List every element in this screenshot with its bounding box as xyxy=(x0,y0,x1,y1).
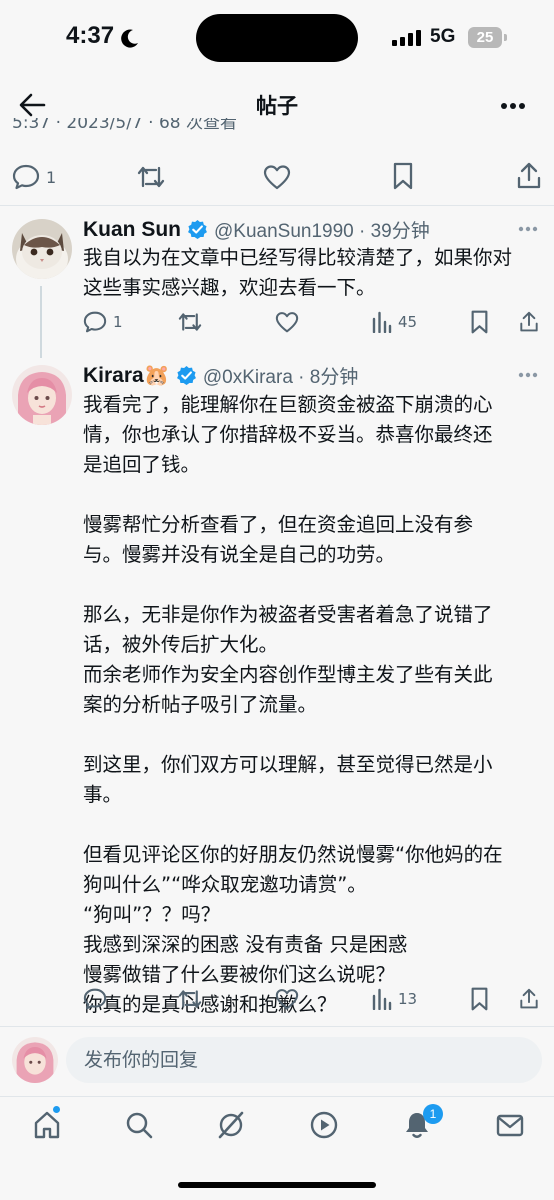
repost-icon[interactable] xyxy=(136,164,166,190)
reply2-line: 我感到深深的困惑 没有责备 只是困惑 xyxy=(83,933,408,956)
reply2-views-count: 13 xyxy=(398,990,418,1008)
reply2-user-line: Kirara🐹 @0xKirara · 8分钟 xyxy=(83,362,358,389)
share-icon[interactable] xyxy=(519,310,539,334)
moon-icon xyxy=(121,29,138,48)
reply-icon xyxy=(12,164,40,190)
reply1-reply-count: 1 xyxy=(113,313,123,331)
reply-input[interactable]: 发布你的回复 xyxy=(66,1037,542,1083)
signal-icon xyxy=(392,30,421,46)
reply2-line: 是追回了钱。 xyxy=(83,453,201,476)
thread-line xyxy=(40,286,42,358)
kirara-avatar-image xyxy=(12,365,72,425)
reply1-views-button[interactable]: 45 xyxy=(372,311,417,333)
reply2-text: 我看完了，能理解你在巨额资金被盗下崩溃的心 情，你也承认了你措辞极不妥当。恭喜你… xyxy=(83,390,543,1020)
reply2-more-icon[interactable] xyxy=(518,372,538,378)
views-chart-icon xyxy=(372,311,392,333)
home-unread-dot xyxy=(53,1106,60,1113)
reply2-line: 话，被外传后扩大化。 xyxy=(83,633,279,656)
repost-icon[interactable] xyxy=(177,988,203,1010)
reply1-views-count: 45 xyxy=(398,313,418,331)
my-avatar[interactable] xyxy=(12,1037,58,1083)
reply1-more-icon[interactable] xyxy=(518,226,538,232)
reply1-line: 这些事实感兴趣，欢迎去看一下。 xyxy=(83,276,376,299)
reply2-line: 到这里，你们双方可以理解，甚至觉得已然是小 xyxy=(83,753,493,776)
bookmark-icon[interactable] xyxy=(470,987,489,1011)
cat-avatar-image xyxy=(12,219,72,279)
more-options-icon[interactable] xyxy=(500,102,526,110)
home-icon[interactable] xyxy=(32,1110,62,1140)
reply1-text: 我自以为在文章中已经写得比较清楚了，如果你对 这些事实感兴趣，欢迎去看一下。 xyxy=(83,243,543,303)
reply1-name[interactable]: Kuan Sun xyxy=(83,218,181,242)
reply-icon xyxy=(83,311,107,333)
post-meta: 5:37 · 2023/5/7 · 68 次查看 xyxy=(12,118,312,136)
avatar-kirara[interactable] xyxy=(12,365,72,425)
reply2-views-button[interactable]: 13 xyxy=(372,988,417,1010)
my-avatar-image xyxy=(12,1037,58,1083)
reply-icon[interactable] xyxy=(83,988,107,1010)
battery-tip xyxy=(504,34,507,41)
like-icon[interactable] xyxy=(275,311,299,333)
divider xyxy=(0,205,554,206)
reply1-user-line: Kuan Sun @KuanSun1990 · 39分钟 xyxy=(83,216,430,243)
notifications-badge: 1 xyxy=(423,1104,443,1124)
reply2-line: 但看见评论区你的好朋友仍然说慢雾“你他妈的在 xyxy=(83,843,503,866)
reply2-line: 慢雾帮忙分析查看了，但在资金追回上没有参 xyxy=(83,513,474,536)
reply1-reply-button[interactable]: 1 xyxy=(83,311,123,333)
reply2-line: 而余老师作为安全内容创作型博主发了些有关此 xyxy=(83,663,493,686)
like-icon[interactable] xyxy=(275,988,299,1010)
bookmark-icon[interactable] xyxy=(392,162,414,190)
verified-badge-icon xyxy=(176,365,196,386)
reply2-line: 慢雾做错了什么要被你们这么说呢？ xyxy=(83,963,396,986)
video-play-icon[interactable] xyxy=(309,1110,339,1140)
page-title: 帖子 xyxy=(256,94,298,118)
reply2-line: 我看完了，能理解你在巨额资金被盗下崩溃的心 xyxy=(83,393,493,416)
reply2-line: 与。慢雾并没有说全是自己的功劳。 xyxy=(83,543,396,566)
reply2-handle-time[interactable]: @0xKirara · 8分钟 xyxy=(203,362,359,389)
share-icon[interactable] xyxy=(519,987,539,1011)
search-icon[interactable] xyxy=(124,1110,154,1140)
main-reply-button[interactable]: 1 xyxy=(12,164,56,190)
reply1-handle-time[interactable]: @KuanSun1990 · 39分钟 xyxy=(214,216,430,243)
like-icon[interactable] xyxy=(263,164,291,190)
reply2-line: “狗叫”？？吗？ xyxy=(83,903,221,926)
repost-icon[interactable] xyxy=(177,311,203,333)
dynamic-island xyxy=(196,14,358,62)
reply2-line: 事。 xyxy=(83,783,123,806)
reply2-line: 情，你也承认了你措辞极不妥当。恭喜你最终还 xyxy=(83,423,493,446)
verified-badge-icon xyxy=(188,219,207,240)
reply1-line: 我自以为在文章中已经写得比较清楚了，如果你对 xyxy=(83,246,513,269)
status-bar: 4:37 5G 25 xyxy=(0,0,554,80)
reply2-line: 案的分析帖子吸引了流量。 xyxy=(83,693,318,716)
avatar-kuansun[interactable] xyxy=(12,219,72,279)
reply2-line: 狗叫什么”“哗众取宠邀功请赏”。 xyxy=(83,873,367,896)
messages-mail-icon[interactable] xyxy=(495,1110,525,1140)
grok-icon[interactable] xyxy=(215,1110,247,1140)
status-time: 4:37 xyxy=(66,22,115,49)
home-indicator xyxy=(178,1182,376,1188)
network-type: 5G xyxy=(430,26,456,47)
main-reply-count: 1 xyxy=(46,167,57,187)
battery-icon: 25 xyxy=(468,27,502,48)
bookmark-icon[interactable] xyxy=(470,310,489,334)
views-chart-icon xyxy=(372,988,392,1010)
reply2-line: 那么，无非是你作为被盗者受害者着急了说错了 xyxy=(83,603,493,626)
share-icon[interactable] xyxy=(516,162,542,190)
post-meta-text: 5:37 · 2023/5/7 · 68 次查看 xyxy=(12,118,237,133)
reply2-name[interactable]: Kirara🐹 xyxy=(83,364,170,388)
